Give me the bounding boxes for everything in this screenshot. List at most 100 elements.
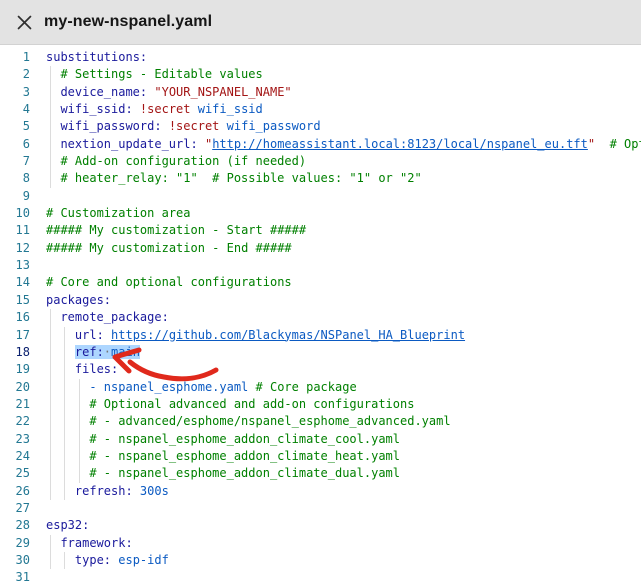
- code-line[interactable]: 26 refresh: 300s: [0, 483, 641, 500]
- code-token-plain: [104, 328, 111, 342]
- line-number: 28: [0, 517, 30, 534]
- code-token-key: url:: [75, 328, 104, 342]
- code-line[interactable]: 3device_name: "YOUR_NSPANEL_NAME": [0, 84, 641, 101]
- code-line[interactable]: 21 # Optional advanced and add-on configu…: [0, 396, 641, 413]
- line-number: 21: [0, 396, 30, 413]
- line-number: 14: [0, 274, 30, 291]
- url-link[interactable]: https://github.com/Blackymas/NSPanel_HA_…: [111, 328, 465, 342]
- code-line[interactable]: 31: [0, 569, 641, 586]
- code-token-key: nextion_update_url:: [60, 137, 197, 151]
- line-number: 6: [0, 136, 30, 153]
- code-token-comment: # Customization area: [46, 206, 191, 220]
- code-token-comment: ##### My customization - Start #####: [46, 223, 306, 237]
- code-line[interactable]: 6 nextion_update_url: "http://homeassista…: [0, 136, 641, 153]
- code-line[interactable]: 24 # - nspanel_esphome_addon_climate_heat…: [0, 448, 641, 465]
- code-line[interactable]: 27: [0, 500, 641, 517]
- line-number: 26: [0, 483, 30, 500]
- code-token-comment: # Core and optional configurations: [46, 275, 292, 289]
- editor-header: my-new-nspanel.yaml: [0, 0, 641, 45]
- code-text: # Customization area: [46, 205, 191, 222]
- code-line[interactable]: 8 # heater_relay: "1" # Possible values: …: [0, 170, 641, 187]
- code-token-comment: # Add-on configuration (if needed): [60, 154, 306, 168]
- code-token-plain: [595, 137, 609, 151]
- code-token-comment: # - nspanel_esphome_addon_climate_heat.y…: [89, 449, 400, 463]
- code-line[interactable]: 16 remote_package:: [0, 309, 641, 326]
- code-token-comment: # Core package: [256, 380, 357, 394]
- code-line[interactable]: 15 packages:: [0, 292, 641, 309]
- code-line[interactable]: 9: [0, 188, 641, 205]
- code-line[interactable]: 5wifi_password: !secret wifi_password: [0, 118, 641, 135]
- line-number: 2: [0, 66, 30, 83]
- code-text: # - nspanel_esphome_addon_climate_heat.y…: [46, 448, 400, 465]
- close-button[interactable]: [13, 11, 35, 33]
- code-text: packages:: [46, 292, 111, 309]
- code-line[interactable]: 13: [0, 257, 641, 274]
- code-token-ws: ·: [104, 345, 111, 359]
- code-token-value: 300s: [140, 484, 169, 498]
- line-number: 23: [0, 431, 30, 448]
- code-line[interactable]: 14 # Core and optional configurations: [0, 274, 641, 291]
- code-line[interactable]: 1substitutions:: [0, 49, 641, 66]
- line-number: 8: [0, 170, 30, 187]
- line-number: 15: [0, 292, 30, 309]
- code-line[interactable]: 18 ref:·main: [0, 344, 641, 361]
- code-text: # Optional advanced and add-on configura…: [46, 396, 414, 413]
- code-line[interactable]: 12##### My customization - End #####: [0, 240, 641, 257]
- code-token-value: esp-idf: [118, 553, 169, 567]
- code-text: # Core and optional configurations: [46, 274, 292, 291]
- code-token-key: wifi_ssid:: [60, 102, 132, 116]
- file-title: my-new-nspanel.yaml: [44, 13, 212, 31]
- code-line[interactable]: 10 # Customization area: [0, 205, 641, 222]
- code-text: ref:·main: [46, 344, 140, 361]
- code-line[interactable]: 28 esp32:: [0, 517, 641, 534]
- code-token-key: remote_package:: [60, 310, 168, 324]
- line-number: 24: [0, 448, 30, 465]
- code-line[interactable]: 4 wifi_ssid: !secret wifi_ssid: [0, 101, 641, 118]
- code-token-comment: ##### My customization - End #####: [46, 241, 292, 255]
- code-text: - nspanel_esphome.yaml # Core package: [46, 379, 357, 396]
- url-link[interactable]: http://homeassistant.local:8123/local/ns…: [212, 137, 588, 151]
- code-line[interactable]: 23 # - nspanel_esphome_addon_climate_cool…: [0, 431, 641, 448]
- code-token-value: wifi_password: [227, 119, 321, 133]
- code-text: # Add-on configuration (if needed): [46, 153, 306, 170]
- code-token-string: "YOUR_NSPANEL_NAME": [154, 85, 291, 99]
- code-token-value: wifi_ssid: [198, 102, 263, 116]
- line-number: 22: [0, 413, 30, 430]
- code-line[interactable]: 22# - advanced/esphome/nspanel_esphome_a…: [0, 413, 641, 430]
- code-line[interactable]: 19files:: [0, 361, 641, 378]
- code-line[interactable]: 25# - nspanel_esphome_addon_climate_dual…: [0, 465, 641, 482]
- line-number: 4: [0, 101, 30, 118]
- code-token-plain: [219, 119, 226, 133]
- code-token-key: ref:: [75, 345, 104, 359]
- code-line[interactable]: 20- nspanel_esphome.yaml # Core package: [0, 379, 641, 396]
- line-number: 10: [0, 205, 30, 222]
- code-line[interactable]: 11 ##### My customization - Start #####: [0, 222, 641, 239]
- code-token-key: refresh:: [75, 484, 133, 498]
- code-text: wifi_password: !secret wifi_password: [46, 118, 321, 135]
- code-line[interactable]: 29framework:: [0, 535, 641, 552]
- code-line[interactable]: 7 # Add-on configuration (if needed): [0, 153, 641, 170]
- code-token-comment: # - nspanel_esphome_addon_climate_cool.y…: [89, 432, 400, 446]
- code-line[interactable]: 30type: esp-idf: [0, 552, 641, 569]
- line-number: 11: [0, 222, 30, 239]
- line-number: 18: [0, 344, 30, 361]
- code-token-comment: # Opti: [610, 137, 641, 151]
- code-token-plain: [133, 102, 140, 116]
- code-token-plain: [133, 484, 140, 498]
- code-token-tag: !secret: [140, 102, 191, 116]
- code-text: nextion_update_url: "http://homeassistan…: [46, 136, 641, 153]
- code-text: refresh: 300s: [46, 483, 169, 500]
- code-text: framework:: [46, 535, 133, 552]
- line-number: 13: [0, 257, 30, 274]
- line-number: 27: [0, 500, 30, 517]
- code-token-tag: !secret: [169, 119, 220, 133]
- line-number: 16: [0, 309, 30, 326]
- code-line[interactable]: 2# Settings - Editable values: [0, 66, 641, 83]
- code-token-key: esp32:: [46, 518, 89, 532]
- code-line[interactable]: 17url: https://github.com/Blackymas/NSPa…: [0, 327, 641, 344]
- code-token-comment: # heater_relay: "1" # Possible values: "…: [60, 171, 421, 185]
- code-text: substitutions:: [46, 49, 147, 66]
- code-token-key: framework:: [60, 536, 132, 550]
- code-text: esp32:: [46, 517, 89, 534]
- line-number: 7: [0, 153, 30, 170]
